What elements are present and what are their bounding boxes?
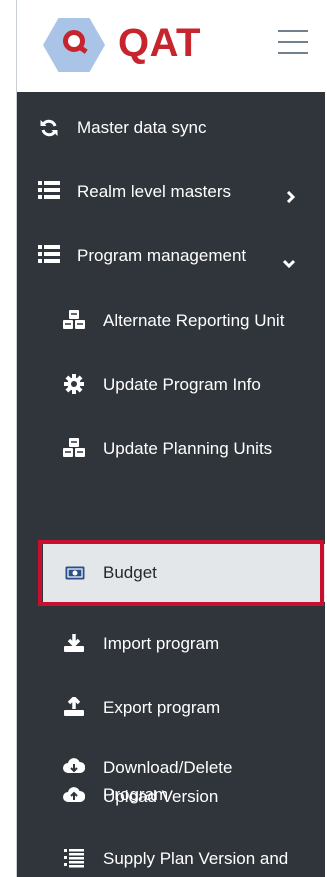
cloud-upload-icon [63,785,85,807]
sidebar-item-label: Upload Version [103,787,219,806]
sidebar-item-update-planning-units[interactable]: Update Planning Units [17,427,325,471]
sidebar: Master data sync Realm level masters Pro… [17,92,325,877]
download-icon [63,632,85,654]
cubes-icon [63,437,85,459]
sidebar-item-supply-plan-version[interactable]: Supply Plan Version and [17,841,325,877]
sidebar-item-label: Alternate Reporting Unit [103,311,285,330]
sidebar-item-realm-level-masters[interactable]: Realm level masters [17,170,325,214]
upload-icon [63,696,85,718]
sidebar-item-label: Update Planning Units [103,439,273,458]
sidebar-item-update-program-info[interactable]: Update Program Info [17,363,325,407]
hamburger-icon[interactable] [278,30,308,54]
sidebar-item-master-data-sync[interactable]: Master data sync [17,106,325,150]
cubes-icon [63,309,85,331]
sidebar-item-budget[interactable]: Budget [43,544,325,602]
chevron-right-icon [286,188,296,204]
money-bill-icon [64,562,86,584]
sidebar-item-label: Program management [77,246,247,265]
sidebar-item-import-program[interactable]: Import program [17,622,325,666]
sidebar-item-export-program[interactable]: Export program [17,686,325,730]
sidebar-item-label: Supply Plan Version and [103,849,289,868]
sidebar-item-label: Master data sync [77,118,207,137]
sidebar-item-label: Export program [103,698,221,717]
list-ordered-icon [63,847,85,869]
list-icon [38,243,60,265]
brand-name: QAT [118,21,201,65]
sidebar-item-label: Budget [103,563,157,582]
sidebar-item-alternate-reporting-unit[interactable]: Alternate Reporting Unit [17,299,325,343]
sync-icon [38,117,60,139]
app-frame: QAT Master data sync Realm level masters [16,0,325,877]
sidebar-item-program-management[interactable]: Program management [17,234,325,278]
sidebar-item-label: Import program [103,634,220,653]
sidebar-item-upload-version-row[interactable]: Upload Version [17,775,325,819]
list-icon [38,179,60,201]
app-header: QAT [17,0,325,93]
chevron-down-icon [282,254,296,269]
gear-icon [63,373,85,395]
sidebar-item-label: Update Program Info [103,375,261,394]
sidebar-item-label: Realm level masters [77,182,231,201]
